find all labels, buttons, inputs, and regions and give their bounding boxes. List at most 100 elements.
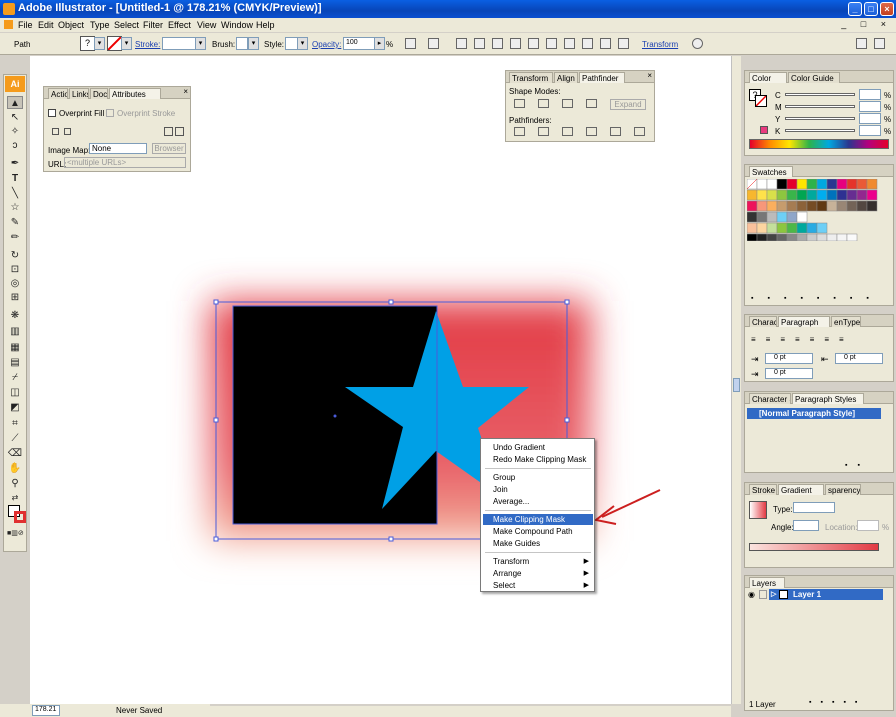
lasso-tool-icon[interactable]: ↄ xyxy=(7,139,23,152)
swatch-grid[interactable] xyxy=(746,178,883,242)
distribute-bottom-icon[interactable] xyxy=(600,38,611,49)
left-indent-input[interactable]: 0 pt xyxy=(765,353,813,364)
menu-help[interactable]: Help xyxy=(256,20,275,30)
maximize-button[interactable]: □ xyxy=(864,2,878,16)
menu-effect[interactable]: Effect xyxy=(168,20,191,30)
star-tool-icon[interactable]: ☆ xyxy=(7,201,23,214)
expand-triangle-icon[interactable]: ▷ xyxy=(771,589,776,600)
browser-button[interactable]: Browser xyxy=(152,143,186,154)
tab-actions[interactable]: Actio xyxy=(48,88,68,99)
tab-opentype[interactable]: enType xyxy=(831,316,861,327)
minimize-button[interactable]: _ xyxy=(848,2,862,16)
menu-edit[interactable]: Edit xyxy=(38,20,54,30)
fill-stroke-indicator[interactable] xyxy=(8,505,26,523)
overprint-stroke-checkbox[interactable] xyxy=(106,109,114,117)
first-line-indent-input[interactable]: 0 pt xyxy=(765,368,813,379)
horizontal-scrollbar[interactable] xyxy=(210,706,731,717)
eraser-tool-icon[interactable]: ⌫ xyxy=(7,447,23,460)
output-resolution-icon[interactable] xyxy=(52,128,59,135)
pencil-tool-icon[interactable]: ✏ xyxy=(7,231,23,244)
menu-item-make-compound-path[interactable]: Make Compound Path xyxy=(483,526,593,537)
black-slider[interactable] xyxy=(785,129,855,132)
swap-fill-stroke-icon[interactable]: ⇄ xyxy=(7,491,23,504)
menu-item-make-guides[interactable]: Make Guides xyxy=(483,538,593,549)
magic-wand-tool-icon[interactable]: ✧ xyxy=(7,125,23,138)
align-hcenter-icon[interactable] xyxy=(474,38,485,49)
color-stroke-box[interactable] xyxy=(755,95,767,107)
magenta-value[interactable] xyxy=(859,101,881,112)
bridge-icon[interactable] xyxy=(856,38,867,49)
stroke-weight-dropdown[interactable]: ▾ xyxy=(195,37,206,50)
live-paint-tool-icon[interactable]: ◩ xyxy=(7,401,23,414)
align-bottom-icon[interactable] xyxy=(546,38,557,49)
tab-attributes[interactable]: Attributes xyxy=(109,88,161,99)
image-map-select[interactable]: None xyxy=(89,143,147,154)
zoom-tool-icon[interactable]: ⚲ xyxy=(7,477,23,490)
crop-icon[interactable] xyxy=(586,127,597,136)
distribute-top-icon[interactable] xyxy=(564,38,575,49)
transform-link[interactable]: Transform xyxy=(642,40,678,49)
brush-dropdown[interactable]: ▾ xyxy=(248,37,259,50)
menu-select[interactable]: Select xyxy=(114,20,139,30)
mesh-tool-icon[interactable]: ▦ xyxy=(7,341,23,354)
stroke-swatch[interactable] xyxy=(107,36,122,51)
selection-tool-icon[interactable]: ▲ xyxy=(7,96,23,109)
tab-paragraph-styles[interactable]: Paragraph Styles xyxy=(792,393,864,404)
menu-type[interactable]: Type xyxy=(90,20,110,30)
isolate-icon[interactable] xyxy=(692,38,703,49)
type-tool-icon[interactable]: T xyxy=(7,172,23,185)
tab-paragraph[interactable]: Paragraph xyxy=(778,316,830,327)
reverse-path-icon[interactable] xyxy=(164,127,173,136)
tab-links[interactable]: Links xyxy=(69,88,89,99)
gradient-tool-icon[interactable]: ▤ xyxy=(7,356,23,369)
tab-layers[interactable]: Layers xyxy=(749,577,785,588)
cyan-slider[interactable] xyxy=(785,93,855,96)
menu-item-redo-make-clipping-mask[interactable]: Redo Make Clipping Mask xyxy=(483,454,593,465)
show-center-icon[interactable] xyxy=(64,128,71,135)
recolor-icon[interactable] xyxy=(405,38,416,49)
menu-item-group[interactable]: Group xyxy=(483,472,593,483)
direct-selection-tool-icon[interactable]: ↖ xyxy=(7,111,23,124)
tab-character[interactable]: Charac xyxy=(749,316,777,327)
line-tool-icon[interactable]: ╲ xyxy=(7,187,23,200)
merge-icon[interactable] xyxy=(562,127,573,136)
stroke-weight-input[interactable] xyxy=(162,37,196,50)
exclude-icon[interactable] xyxy=(586,99,597,108)
styles-footer-buttons[interactable]: ▪▪ xyxy=(845,462,885,470)
menu-item-average[interactable]: Average... xyxy=(483,496,593,507)
document-window-controls[interactable]: _ □ × xyxy=(841,19,892,29)
paragraph-align-buttons[interactable]: ≡≡≡≡≡≡≡ xyxy=(751,335,881,345)
right-indent-input[interactable]: 0 pt xyxy=(835,353,883,364)
rotate-tool-icon[interactable]: ↻ xyxy=(7,249,23,262)
layers-footer-buttons[interactable]: ▪▪▪▪▪ xyxy=(809,699,889,707)
overprint-fill-checkbox[interactable] xyxy=(48,109,56,117)
tab-swatches[interactable]: Swatches xyxy=(749,166,793,177)
scale-tool-icon[interactable]: ⊡ xyxy=(7,263,23,276)
brush-selector[interactable] xyxy=(236,37,248,50)
swatches-footer-buttons[interactable]: ▪▪▪▪▪▪▪▪ xyxy=(751,295,891,303)
crop-area-tool-icon[interactable]: ⌗ xyxy=(7,417,23,430)
opacity-dropdown[interactable]: ▸ xyxy=(374,37,385,50)
align-top-icon[interactable] xyxy=(510,38,521,49)
tab-transparency[interactable]: sparency xyxy=(825,484,861,495)
visibility-eye-icon[interactable]: ◉ xyxy=(748,590,756,599)
magenta-slider[interactable] xyxy=(785,105,855,108)
style-dropdown[interactable]: ▾ xyxy=(297,37,308,50)
yellow-slider[interactable] xyxy=(785,117,855,120)
free-transform-tool-icon[interactable]: ⊞ xyxy=(7,291,23,304)
column-graph-tool-icon[interactable]: ▥ xyxy=(7,325,23,338)
minus-front-icon[interactable] xyxy=(538,99,549,108)
layer-row[interactable]: ▷ Layer 1 xyxy=(769,589,883,600)
zoom-level-input[interactable]: 178.21 xyxy=(32,705,60,716)
location-input[interactable] xyxy=(857,520,879,531)
fill-rule-icon[interactable] xyxy=(175,127,184,136)
tab-color[interactable]: Color xyxy=(749,72,787,83)
minus-back-icon[interactable] xyxy=(634,127,645,136)
stroke-dropdown[interactable]: ▾ xyxy=(121,37,132,50)
hand-tool-icon[interactable]: ✋ xyxy=(7,462,23,475)
intersect-icon[interactable] xyxy=(562,99,573,108)
black-value[interactable] xyxy=(859,125,881,136)
color-spectrum-bar[interactable] xyxy=(749,139,889,149)
url-input[interactable]: <multiple URLs> xyxy=(64,157,186,168)
normal-paragraph-style-item[interactable]: [Normal Paragraph Style] xyxy=(747,408,881,419)
